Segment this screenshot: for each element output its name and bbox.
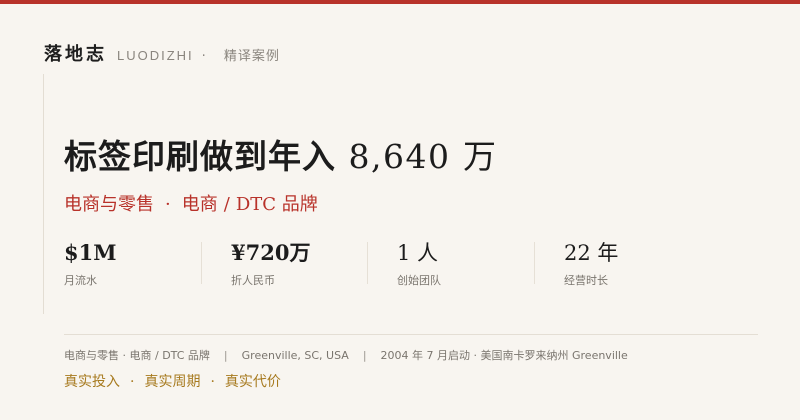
site-header: 落地志 LUODIZHI · 精译案例 bbox=[44, 40, 280, 66]
top-accent-bar bbox=[0, 0, 800, 4]
stat-label: 创始团队 bbox=[397, 274, 441, 287]
stat-team: 1 人 创始团队 bbox=[367, 240, 441, 287]
meta-separator: | bbox=[223, 349, 228, 362]
stat-label: 经营时长 bbox=[564, 274, 608, 287]
tag-dot: · bbox=[210, 374, 215, 390]
stat-value: 1 人 bbox=[397, 241, 439, 265]
stat-rmb: ¥720万 折人民币 bbox=[200, 240, 311, 287]
stat-value: ¥720万 bbox=[231, 240, 311, 265]
title-number: 8,640 bbox=[348, 137, 451, 176]
left-divider bbox=[43, 74, 44, 314]
category-primary: 电商与零售 bbox=[64, 194, 154, 215]
tag-item: 真实代价 bbox=[224, 374, 281, 390]
meta-location: Greenville, SC, USA bbox=[241, 349, 349, 362]
stat-label: 月流水 bbox=[64, 274, 97, 287]
stat-value: 22 年 bbox=[564, 241, 619, 265]
category-dot: · bbox=[165, 194, 171, 215]
page-title: 标签印刷做到年入 8,640 万 bbox=[64, 130, 497, 178]
brand-separator: · bbox=[201, 49, 206, 64]
stat-monthly-revenue: $1M 月流水 bbox=[64, 240, 117, 287]
category-line: 电商与零售 · 电商 / DTC 品牌 bbox=[64, 190, 318, 216]
meta-divider bbox=[64, 334, 758, 335]
stat-label: 折人民币 bbox=[231, 274, 275, 287]
tag-dot: · bbox=[130, 374, 135, 390]
brand-logo-en: LUODIZHI bbox=[117, 48, 194, 63]
section-label: 精译案例 bbox=[223, 49, 280, 64]
meta-separator: | bbox=[362, 349, 367, 362]
title-text: 标签印刷做到年入 bbox=[64, 137, 336, 176]
brand-logo-cn[interactable]: 落地志 bbox=[44, 40, 107, 66]
category-tertiary: DTC 品牌 bbox=[235, 194, 318, 215]
tag-item: 真实投入 bbox=[64, 374, 120, 390]
tag-line: 真实投入 · 真实周期 · 真实代价 bbox=[64, 371, 281, 391]
meta-started: 2004 年 7 月启动 · 美国南卡罗来纳州 Greenville bbox=[380, 349, 628, 362]
stat-duration: 22 年 经营时长 bbox=[533, 240, 619, 287]
meta-line: 电商与零售 · 电商 / DTC 品牌 | Greenville, SC, USA |… bbox=[64, 347, 628, 363]
category-secondary: 电商 bbox=[181, 194, 218, 215]
title-unit: 万 bbox=[462, 137, 498, 176]
tag-item: 真实周期 bbox=[144, 374, 201, 390]
category-slash: / bbox=[223, 194, 230, 215]
meta-category: 电商与零售 · 电商 / DTC 品牌 bbox=[64, 349, 210, 362]
stat-value: $1M bbox=[64, 240, 117, 265]
